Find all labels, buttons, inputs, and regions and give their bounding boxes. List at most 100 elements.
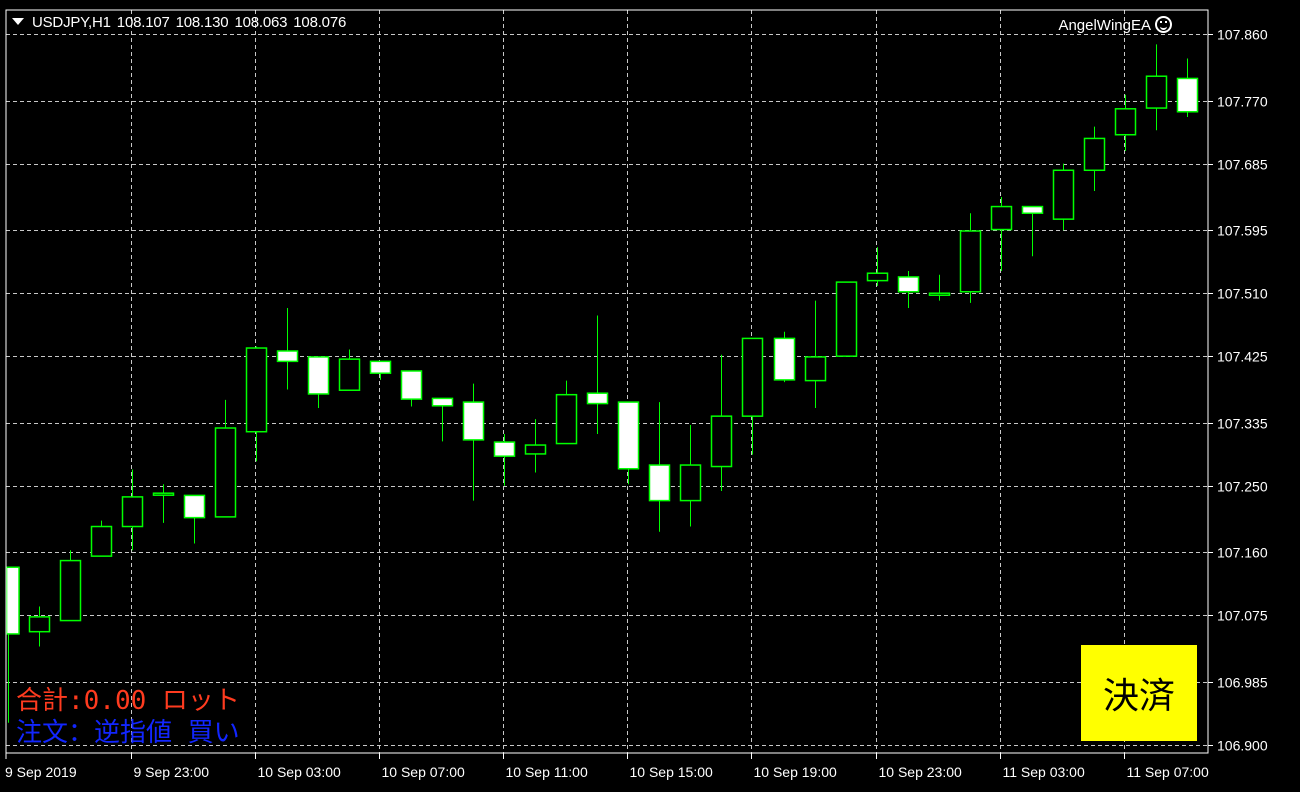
candle (245, 346, 268, 462)
bull-candle-body (959, 230, 982, 293)
bear-candle-body (1176, 77, 1199, 113)
candle (214, 399, 237, 518)
candle (493, 433, 516, 486)
bull-candle-body (804, 356, 827, 382)
y-tick-label: 107.075 (1217, 608, 1268, 624)
bear-candle-body (617, 401, 640, 470)
bull-candle-body (990, 205, 1013, 231)
chart-window[interactable]: 107.860 107.770 107.685 107.595 107.510 107.4… (0, 0, 1300, 792)
candle (990, 196, 1013, 271)
candle (928, 274, 951, 301)
symbol-label: USDJPY,H1 (32, 14, 111, 31)
y-tick-label: 107.685 (1217, 157, 1268, 173)
bull-candle-body (1083, 137, 1106, 172)
symbol-header: USDJPY,H1 108.107 108.130 108.063 108.076 (12, 14, 352, 31)
candle (835, 281, 858, 357)
candles (5, 44, 1199, 723)
candle (1145, 44, 1168, 131)
candle (90, 520, 113, 557)
bear-candle-body (897, 276, 920, 293)
y-tick-label: 107.160 (1217, 545, 1268, 561)
ohlc-close: 108.076 (293, 14, 347, 31)
bull-candle-body (338, 358, 361, 391)
candle (679, 425, 702, 527)
candle (28, 606, 51, 647)
y-tick-label: 107.250 (1217, 479, 1268, 495)
bull-candle-body (90, 525, 113, 557)
bear-candle-body (431, 397, 454, 407)
candle (741, 337, 764, 455)
y-tick-label: 107.335 (1217, 416, 1268, 432)
bear-candle-body (183, 494, 206, 519)
ohlc-open: 108.107 (116, 14, 170, 31)
ohlc-low: 108.063 (234, 14, 288, 31)
candle (59, 550, 82, 622)
y-tick-label: 107.770 (1217, 94, 1268, 110)
candle (276, 308, 299, 390)
close-position-button[interactable]: 決済 (1081, 645, 1197, 741)
bull-candle-body (152, 492, 175, 496)
y-tick-label: 107.425 (1217, 349, 1268, 365)
candle (369, 360, 392, 380)
x-tick-label: 10 Sep 03:00 (258, 764, 342, 780)
bear-candle-body (400, 370, 423, 400)
candle (431, 397, 454, 442)
axes: 107.860 107.770 107.685 107.595 107.510 107.4… (5, 9, 1268, 780)
candle (1052, 163, 1075, 231)
candle (773, 331, 796, 383)
bear-candle-body (276, 350, 299, 363)
bull-candle-body (1145, 75, 1168, 109)
smiley-icon[interactable] (1155, 16, 1172, 33)
bear-candle-body (307, 356, 330, 395)
candle (307, 356, 330, 409)
candle (710, 354, 733, 491)
candle (1176, 58, 1199, 117)
bull-candle-body (1052, 169, 1075, 220)
bull-candle-body (59, 559, 82, 622)
candle (959, 213, 982, 303)
bull-candle-body (121, 496, 144, 528)
x-tick-label: 10 Sep 19:00 (754, 764, 838, 780)
bear-candle-body (1021, 205, 1044, 214)
candle (1114, 94, 1137, 152)
bull-candle-body (555, 393, 578, 445)
bear-candle-body (462, 401, 485, 441)
candle (524, 419, 547, 473)
y-tick-label: 106.985 (1217, 675, 1268, 691)
y-tick-label: 107.510 (1217, 286, 1268, 302)
candle (338, 349, 361, 391)
bear-candle-body (773, 337, 796, 381)
candle (586, 315, 609, 434)
dropdown-triangle-icon[interactable] (12, 18, 24, 25)
x-tick-label: 10 Sep 07:00 (382, 764, 466, 780)
y-tick-label: 106.900 (1217, 738, 1268, 754)
bull-candle-body (835, 281, 858, 357)
bull-candle-body (928, 292, 951, 296)
candle (1021, 205, 1044, 257)
ea-name: AngelWingEA (1058, 17, 1151, 34)
bull-candle-body (679, 464, 702, 502)
y-tick-label: 107.860 (1217, 27, 1268, 43)
bull-candle-body (28, 616, 51, 633)
bear-candle-body (493, 441, 516, 457)
candle (1083, 126, 1106, 192)
candle (804, 300, 827, 409)
bull-candle-body (524, 444, 547, 455)
bull-candle-body (866, 272, 889, 282)
bull-candle-body (245, 347, 268, 433)
x-tick-label: 10 Sep 23:00 (879, 764, 963, 780)
bull-candle-body (214, 427, 237, 518)
x-tick-label: 9 Sep 2019 (5, 764, 77, 780)
x-tick-label: 11 Sep 07:00 (1127, 764, 1209, 780)
x-tick-label: 10 Sep 15:00 (630, 764, 714, 780)
bull-candle-body (741, 337, 764, 417)
candle (648, 402, 671, 532)
candle (617, 401, 640, 485)
bear-candle-body (648, 464, 671, 502)
candle (152, 484, 175, 523)
ohlc-high: 108.130 (175, 14, 229, 31)
candle (555, 380, 578, 445)
candle (121, 469, 144, 551)
bear-candle-body (5, 566, 20, 635)
bull-candle-body (1114, 108, 1137, 136)
